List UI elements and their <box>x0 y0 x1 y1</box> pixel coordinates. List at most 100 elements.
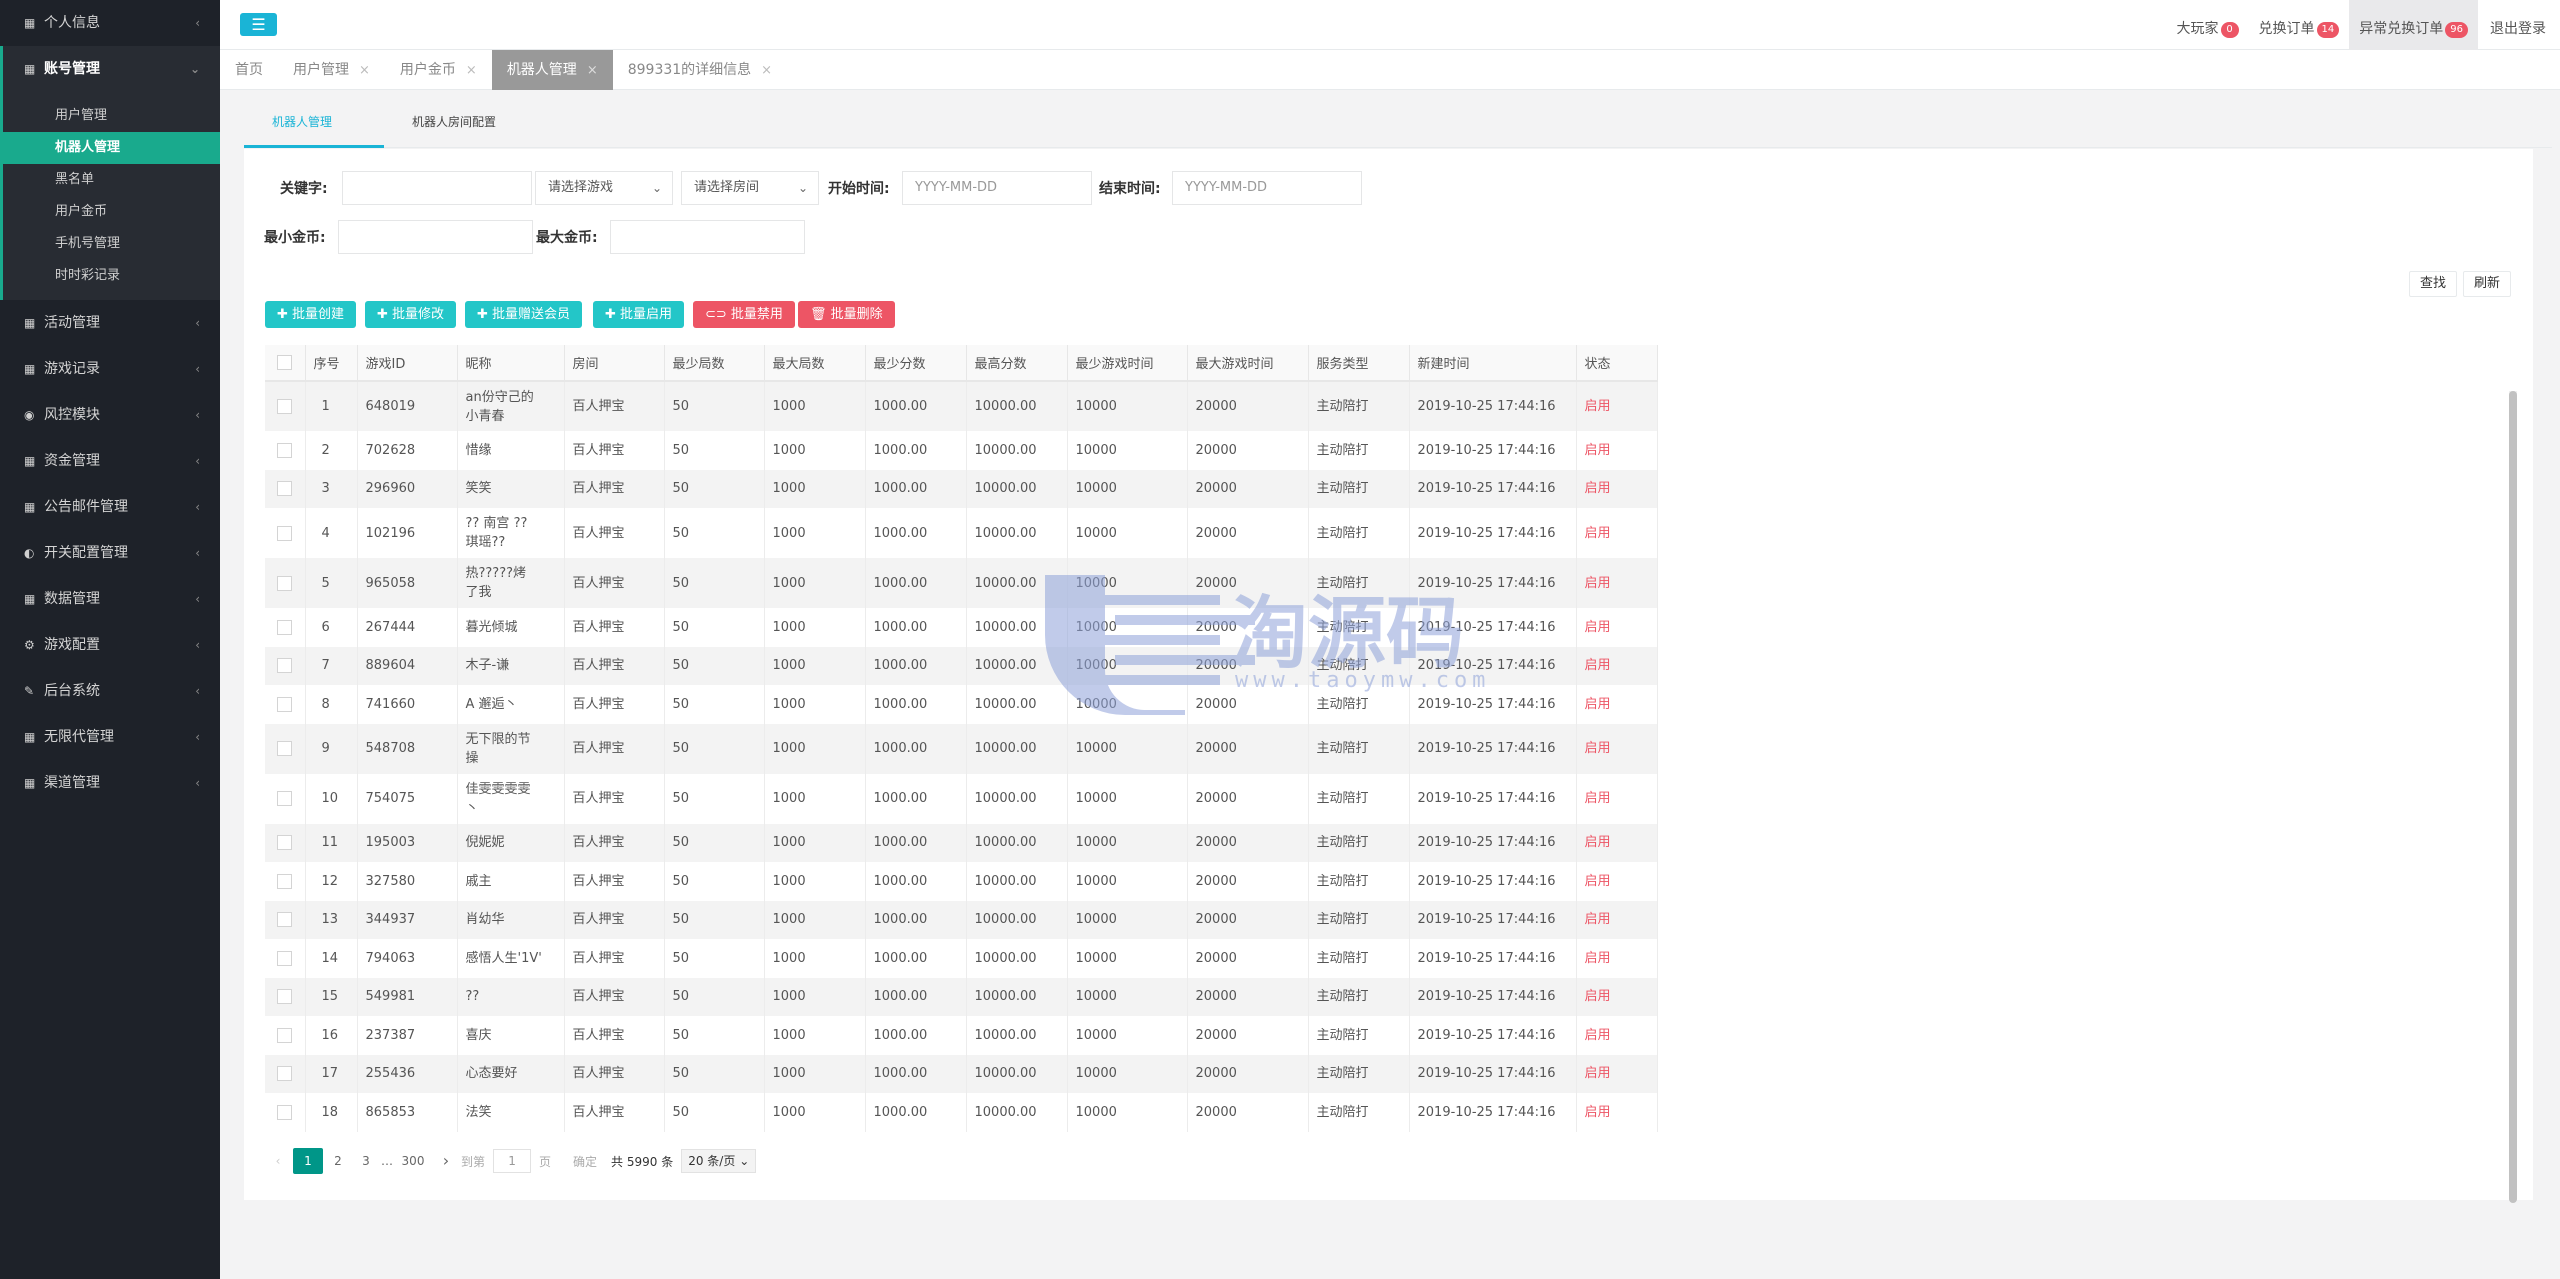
row-checkbox[interactable] <box>277 442 293 458</box>
goto-confirm-button[interactable]: 确定 <box>573 1153 597 1170</box>
table-row[interactable]: 15 549981?? 百人押宝 50 1000 1000.00 10000.00 10000… <box>265 977 1658 1016</box>
batch-gift-vip-button[interactable]: ✚ 批量赠送会员 <box>465 301 583 328</box>
table-scrollbar[interactable] <box>2509 391 2517 1203</box>
row-checkbox[interactable] <box>277 873 293 889</box>
table-row[interactable]: 13 344937 肖幼华 百人押宝 50 1000 1000.00 10000.00 1000… <box>265 900 1658 939</box>
table-row[interactable]: 16 237387 喜庆 百人押宝 50 1000 1000.00 10000.00 10000… <box>265 1016 1658 1055</box>
row-checkbox[interactable] <box>277 525 293 541</box>
end-time-input[interactable]: YYYY-MM-DD <box>1172 171 1362 205</box>
row-checkbox[interactable] <box>277 658 293 674</box>
row-checkbox[interactable] <box>277 399 293 414</box>
sidebar-subitem-user-gold[interactable]: 用户金币 <box>3 196 220 228</box>
keyword-input[interactable] <box>342 171 532 205</box>
row-checkbox[interactable] <box>277 619 293 635</box>
sidebar-item-account-management[interactable]: ▦ 账号管理 ⌄ <box>0 46 220 92</box>
table-row[interactable]: 12 327580 戚主 百人押宝 50 1000 1000.00 10000.00 10000… <box>265 862 1658 901</box>
row-checkbox[interactable] <box>277 912 293 928</box>
tab-user-management[interactable]: 用户管理 × <box>278 50 385 90</box>
subtab-robot-room-config[interactable]: 机器人房间配置 <box>412 102 552 148</box>
table-row[interactable]: 3 296960 笑笑 百人押宝 50 1000 1000.00 10000.00 10000 2… <box>265 469 1658 508</box>
game-select[interactable]: 请选择游戏 ⌄ <box>535 171 673 205</box>
abnormal-exchange-orders-link[interactable]: 异常兑换订单 96 <box>2349 0 2478 50</box>
sidebar-item-activity-management[interactable]: ▦ 活动管理 ‹ <box>0 300 220 346</box>
sidebar-item-game-config[interactable]: ⚙ 游戏配置 ‹ <box>0 622 220 668</box>
refresh-button[interactable]: 刷新 <box>2463 271 2512 297</box>
close-icon[interactable]: × <box>466 63 477 78</box>
table-row[interactable]: 17 255436 心态要好 百人押宝 50 1000 1000.00 10000.00 100… <box>265 1054 1658 1093</box>
sidebar-item-infinite-agent[interactable]: ▦ 无限代管理 ‹ <box>0 714 220 760</box>
tab-user-gold[interactable]: 用户金币 × <box>385 50 492 90</box>
batch-disable-button[interactable]: ⊂⊃ 批量禁用 <box>693 301 795 328</box>
table-row[interactable]: 6 267444 暮光倾城 百人押宝 50 1000 1000.00 10000.00 1000… <box>265 608 1658 647</box>
hamburger-menu-icon[interactable]: ☰ <box>240 13 277 36</box>
table-row[interactable]: 2 702628 惜缘 百人押宝 50 1000 1000.00 10000.00 10000 2… <box>265 431 1658 470</box>
table-row[interactable]: 1 648019 an份守己的 小青春 百人押宝 50 1000 1000.00 10000.… <box>265 381 1658 431</box>
row-checkbox[interactable] <box>277 696 293 712</box>
logout-link[interactable]: 退出登录 <box>2478 0 2560 50</box>
tab-robot-management[interactable]: 机器人管理 × <box>491 50 613 90</box>
sidebar-item-data-management[interactable]: ▦ 数据管理 ‹ <box>0 576 220 622</box>
page-2[interactable]: 2 <box>325 1148 351 1174</box>
sidebar-item-game-records[interactable]: ▦ 游戏记录 ‹ <box>0 346 220 392</box>
goto-page-input[interactable]: 1 <box>493 1149 532 1173</box>
row-checkbox[interactable] <box>277 1104 293 1120</box>
exchange-orders-link[interactable]: 兑换订单 14 <box>2249 0 2350 50</box>
select-all-checkbox[interactable] <box>277 355 293 370</box>
page-size-select[interactable]: 20 条/页 ⌄ <box>681 1149 757 1173</box>
max-gold-input[interactable] <box>610 220 805 254</box>
subtab-robot-management[interactable]: 机器人管理 <box>244 102 384 148</box>
batch-edit-button[interactable]: ✚ 批量修改 <box>365 301 457 328</box>
search-button[interactable]: 查找 <box>2409 271 2458 297</box>
row-checkbox[interactable] <box>277 481 293 497</box>
sidebar-subitem-blacklist[interactable]: 黑名单 <box>3 164 220 196</box>
sidebar-item-fund-management[interactable]: ▦ 资金管理 ‹ <box>0 438 220 484</box>
table-row[interactable]: 11 195003 倪妮妮 百人押宝 50 1000 1000.00 10000.00 1000… <box>265 823 1658 862</box>
batch-enable-button[interactable]: ✚ 批量启用 <box>593 301 685 328</box>
sidebar-item-backend-system[interactable]: ✎ 后台系统 ‹ <box>0 668 220 714</box>
tab-home[interactable]: 首页 <box>220 50 278 90</box>
table-cell: 1000.00 <box>865 939 967 978</box>
scrollbar-thumb[interactable] <box>2509 391 2517 1203</box>
row-checkbox[interactable] <box>277 741 293 756</box>
row-checkbox[interactable] <box>277 1027 293 1043</box>
sidebar-item-personal-info[interactable]: ▦ 个人信息 ‹ <box>0 0 220 46</box>
row-checkbox[interactable] <box>277 791 293 806</box>
close-icon[interactable]: × <box>761 63 772 78</box>
row-checkbox[interactable] <box>277 835 293 851</box>
sidebar-subitem-phone-management[interactable]: 手机号管理 <box>3 228 220 260</box>
room-select[interactable]: 请选择房间 ⌄ <box>681 171 819 205</box>
table-row[interactable]: 7 889604 木子-谦 百人押宝 50 1000 1000.00 10000.00 1000… <box>265 646 1658 685</box>
table-row[interactable]: 14 794063 感悟人生'1V' 百人押宝 50 1000 1000.00 10000.0… <box>265 939 1658 978</box>
batch-delete-button[interactable]: 🗑 批量删除 <box>798 301 895 328</box>
page-last[interactable]: 300 <box>395 1148 431 1174</box>
row-checkbox[interactable] <box>277 950 293 966</box>
min-gold-input[interactable] <box>338 220 533 254</box>
sidebar-subitem-user-management[interactable]: 用户管理 <box>3 100 220 132</box>
table-row[interactable]: 18 865853 法笑 百人押宝 50 1000 1000.00 10000.00 10000… <box>265 1093 1658 1132</box>
sidebar-item-notice-mail-management[interactable]: ▦ 公告邮件管理 ‹ <box>0 484 220 530</box>
row-checkbox[interactable] <box>277 989 293 1005</box>
table-row[interactable]: 9 548708 无下限的节 操百人押宝 50 1000 1000.00 10000.00 1… <box>265 723 1658 774</box>
row-checkbox[interactable] <box>277 575 293 591</box>
sidebar-item-risk-control[interactable]: ◉ 风控模块 ‹ <box>0 392 220 438</box>
table-row[interactable]: 4 102196?? 南宫 ?? 琪瑶?? 百人押宝 50 1000 1000.00 100… <box>265 508 1658 558</box>
big-player-link[interactable]: 大玩家 0 <box>2167 0 2249 50</box>
table-cell: 佳雯雯雯雯 丶 <box>457 773 565 824</box>
close-icon[interactable]: × <box>587 63 598 78</box>
start-time-input[interactable]: YYYY-MM-DD <box>902 171 1092 205</box>
table-row[interactable]: 10 754075 佳雯雯雯雯 丶百人押宝 50 1000 1000.00 10000.00… <box>265 773 1658 824</box>
sidebar-item-switch-config[interactable]: ◐ 开关配置管理 ‹ <box>0 530 220 576</box>
tab-899331-details[interactable]: 899331的详细信息 × <box>613 50 787 90</box>
row-checkbox[interactable] <box>277 1066 293 1082</box>
sidebar-item-channel-management[interactable]: ▦ 渠道管理 ‹ <box>0 760 220 806</box>
close-icon[interactable]: × <box>359 63 370 78</box>
sidebar-subitem-robot-management[interactable]: 机器人管理 <box>3 132 220 164</box>
page-1[interactable]: 1 <box>293 1148 323 1174</box>
table-row[interactable]: 8 741660 A 邂逅丶 百人押宝 50 1000 1000.00 10000.00 100… <box>265 685 1658 724</box>
next-page-icon[interactable]: › <box>433 1148 459 1174</box>
batch-create-button[interactable]: ✚ 批量创建 <box>265 301 357 328</box>
page-3[interactable]: 3 <box>353 1148 379 1174</box>
sidebar-subitem-lottery-records[interactable]: 时时彩记录 <box>3 260 220 292</box>
prev-page-icon[interactable]: ‹ <box>265 1148 291 1174</box>
table-row[interactable]: 5 965058 热?????烤 了我 百人押宝 50 1000 1000.00 10000.… <box>265 558 1658 608</box>
